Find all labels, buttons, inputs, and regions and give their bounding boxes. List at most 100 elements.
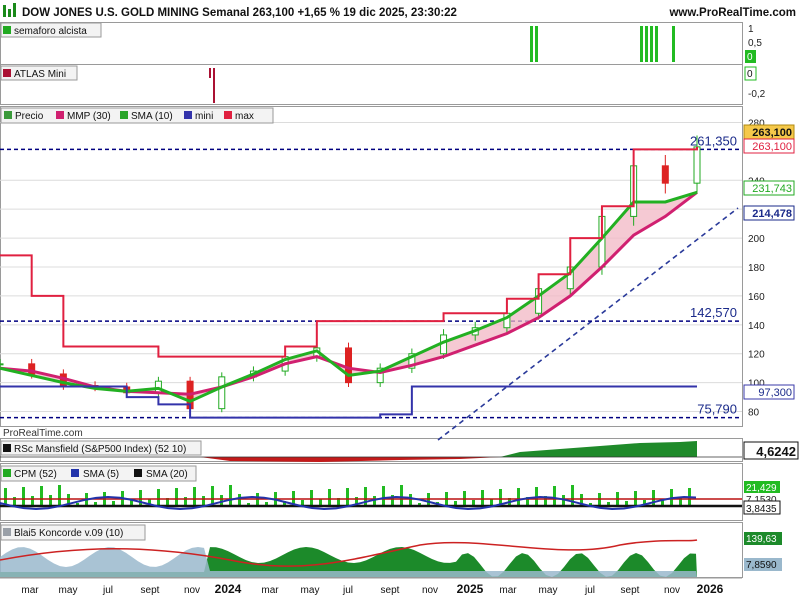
cpm-bar <box>409 494 412 506</box>
y-tick-label: 200 <box>748 234 765 245</box>
cpm-value-3: 3,8435 <box>746 504 777 515</box>
cpm-legend-sma20: SMA (20) <box>146 469 188 480</box>
cpm-bar <box>40 486 43 506</box>
cpm-bar <box>229 485 232 506</box>
y-tick-label: 140 <box>748 321 765 332</box>
cpm-bar <box>382 486 385 506</box>
cpm-bar <box>49 495 52 506</box>
rsc-label: RSc Mansfield (S&P500 Index) (52 10) <box>14 444 186 455</box>
x-tick-label: 2024 <box>215 582 242 596</box>
cpm-bar <box>553 486 556 506</box>
rsc-panel: RSc Mansfield (S&P500 Index) (52 10) 4,6… <box>0 440 799 462</box>
cpm-bar <box>58 485 61 506</box>
atlas-tick-1: -0,2 <box>748 89 766 100</box>
cpm-legend-sma5: SMA (5) <box>83 469 119 480</box>
watermark: ProRealTime.com <box>3 428 83 439</box>
cpm-bar <box>175 488 178 506</box>
koncorde-panel: Blai5 Koncorde v.09 (10) 139,63 7,8590 <box>0 524 782 577</box>
candle-body <box>693 146 701 184</box>
x-tick-label: mar <box>21 585 39 596</box>
y-tick-label: 160 <box>748 292 765 303</box>
koncorde-label: Blai5 Koncorde v.09 (10) <box>14 528 123 539</box>
cpm-histogram <box>4 485 691 506</box>
level-label: 142,570 <box>690 305 737 320</box>
koncorde-blue-area <box>0 547 697 577</box>
semaforo-value-label: 0 <box>747 52 753 63</box>
chart-title: DOW JONES U.S. GOLD MINING Semanal 263,1… <box>22 7 457 19</box>
legend-swatch <box>56 111 64 119</box>
x-tick-label: sept <box>381 585 400 596</box>
legend-swatch <box>120 111 128 119</box>
price-legend: Precio MMP (30) SMA (10) mini max <box>0 107 274 124</box>
koncorde-value-2: 7,8590 <box>746 560 777 571</box>
atlas-bar-1 <box>209 68 211 78</box>
semaforo-signal-bars <box>530 26 675 62</box>
cpm-bar <box>238 494 241 506</box>
cpm-bar <box>328 489 331 506</box>
cpm-bar <box>400 485 403 506</box>
cpm-legend: CPM (52) SMA (5) SMA (20) <box>0 465 197 482</box>
price-y-axis: 28024022020018016014012010080 <box>748 118 765 418</box>
y-tick-label: 120 <box>748 350 765 361</box>
cpm-bar <box>157 489 160 506</box>
legend-entry: MMP (30) <box>67 111 111 122</box>
legend-swatch <box>4 111 12 119</box>
candle-body <box>0 363 4 366</box>
cpm-bar <box>22 487 25 506</box>
cpm-bar <box>346 488 349 506</box>
candle-body <box>345 347 352 384</box>
x-tick-label: may <box>301 585 320 596</box>
koncorde-legend-swatch <box>3 528 11 536</box>
atlas-panel: ATLAS Mini 0 -0,2 <box>0 65 766 103</box>
cpm-bar <box>202 496 205 506</box>
cpm-panel: CPM (52) SMA (5) SMA (20) 21,429 7,1530 … <box>0 465 781 515</box>
koncorde-value-1: 139,63 <box>746 534 777 545</box>
cpm-value-1: 21,429 <box>746 483 777 494</box>
cpm-bar <box>310 490 313 506</box>
legend-swatch <box>184 111 192 119</box>
price-panel: PrecioMMP (30)SMA (10)minimax 2802402202… <box>0 107 795 441</box>
x-tick-label: jul <box>342 585 353 596</box>
x-axis: mar may jul sept nov 2024 mar may jul sept nov 2025… <box>21 582 723 596</box>
candle-body <box>218 376 226 410</box>
atlas-label: ATLAS Mini <box>14 69 66 80</box>
legend-swatch <box>224 111 232 119</box>
atlas-legend-swatch <box>3 69 11 77</box>
rsc-legend-swatch <box>3 444 11 452</box>
trendline <box>437 207 739 441</box>
x-tick-label: mar <box>261 585 279 596</box>
chart-canvas: DOW JONES U.S. GOLD MINING Semanal 263,1… <box>0 0 800 596</box>
cpm-bar <box>31 496 34 506</box>
x-tick-label: nov <box>184 585 200 596</box>
level-label: 75,790 <box>697 402 737 417</box>
rsc-area <box>500 441 697 457</box>
x-tick-label: 2026 <box>697 582 724 596</box>
cpm-bar <box>481 490 484 506</box>
x-tick-label: jul <box>584 585 595 596</box>
y-tick-label: 80 <box>748 408 760 419</box>
x-tick-label: sept <box>141 585 160 596</box>
brand-link[interactable]: www.ProRealTime.com <box>668 7 796 19</box>
cpm-bar <box>139 490 142 506</box>
price-value-label: 263,100 <box>752 127 792 139</box>
x-tick-label: may <box>59 585 78 596</box>
legend-entry: SMA (10) <box>131 111 173 122</box>
legend-entry: Precio <box>15 111 44 122</box>
x-tick-label: nov <box>664 585 680 596</box>
semaforo-label: semaforo alcista <box>14 26 87 37</box>
cpm-bar <box>220 495 223 506</box>
x-tick-label: jul <box>102 585 113 596</box>
legend-entry: mini <box>195 111 213 122</box>
semaforo-panel: semaforo alcista 1 0,5 0 <box>0 22 762 63</box>
atlas-bar-2 <box>213 68 215 103</box>
rsc-value: 4,6242 <box>756 444 796 459</box>
price-value-label: 263,100 <box>752 141 792 153</box>
x-tick-label: nov <box>422 585 438 596</box>
price-value-label: 97,300 <box>758 387 792 399</box>
cpm-bar <box>193 487 196 506</box>
panel-frames <box>0 22 743 578</box>
semaforo-legend-swatch <box>3 26 11 34</box>
legend-entry: max <box>235 111 254 122</box>
price-value-label: 214,478 <box>752 208 792 220</box>
semaforo-tick-1: 1 <box>748 24 754 35</box>
